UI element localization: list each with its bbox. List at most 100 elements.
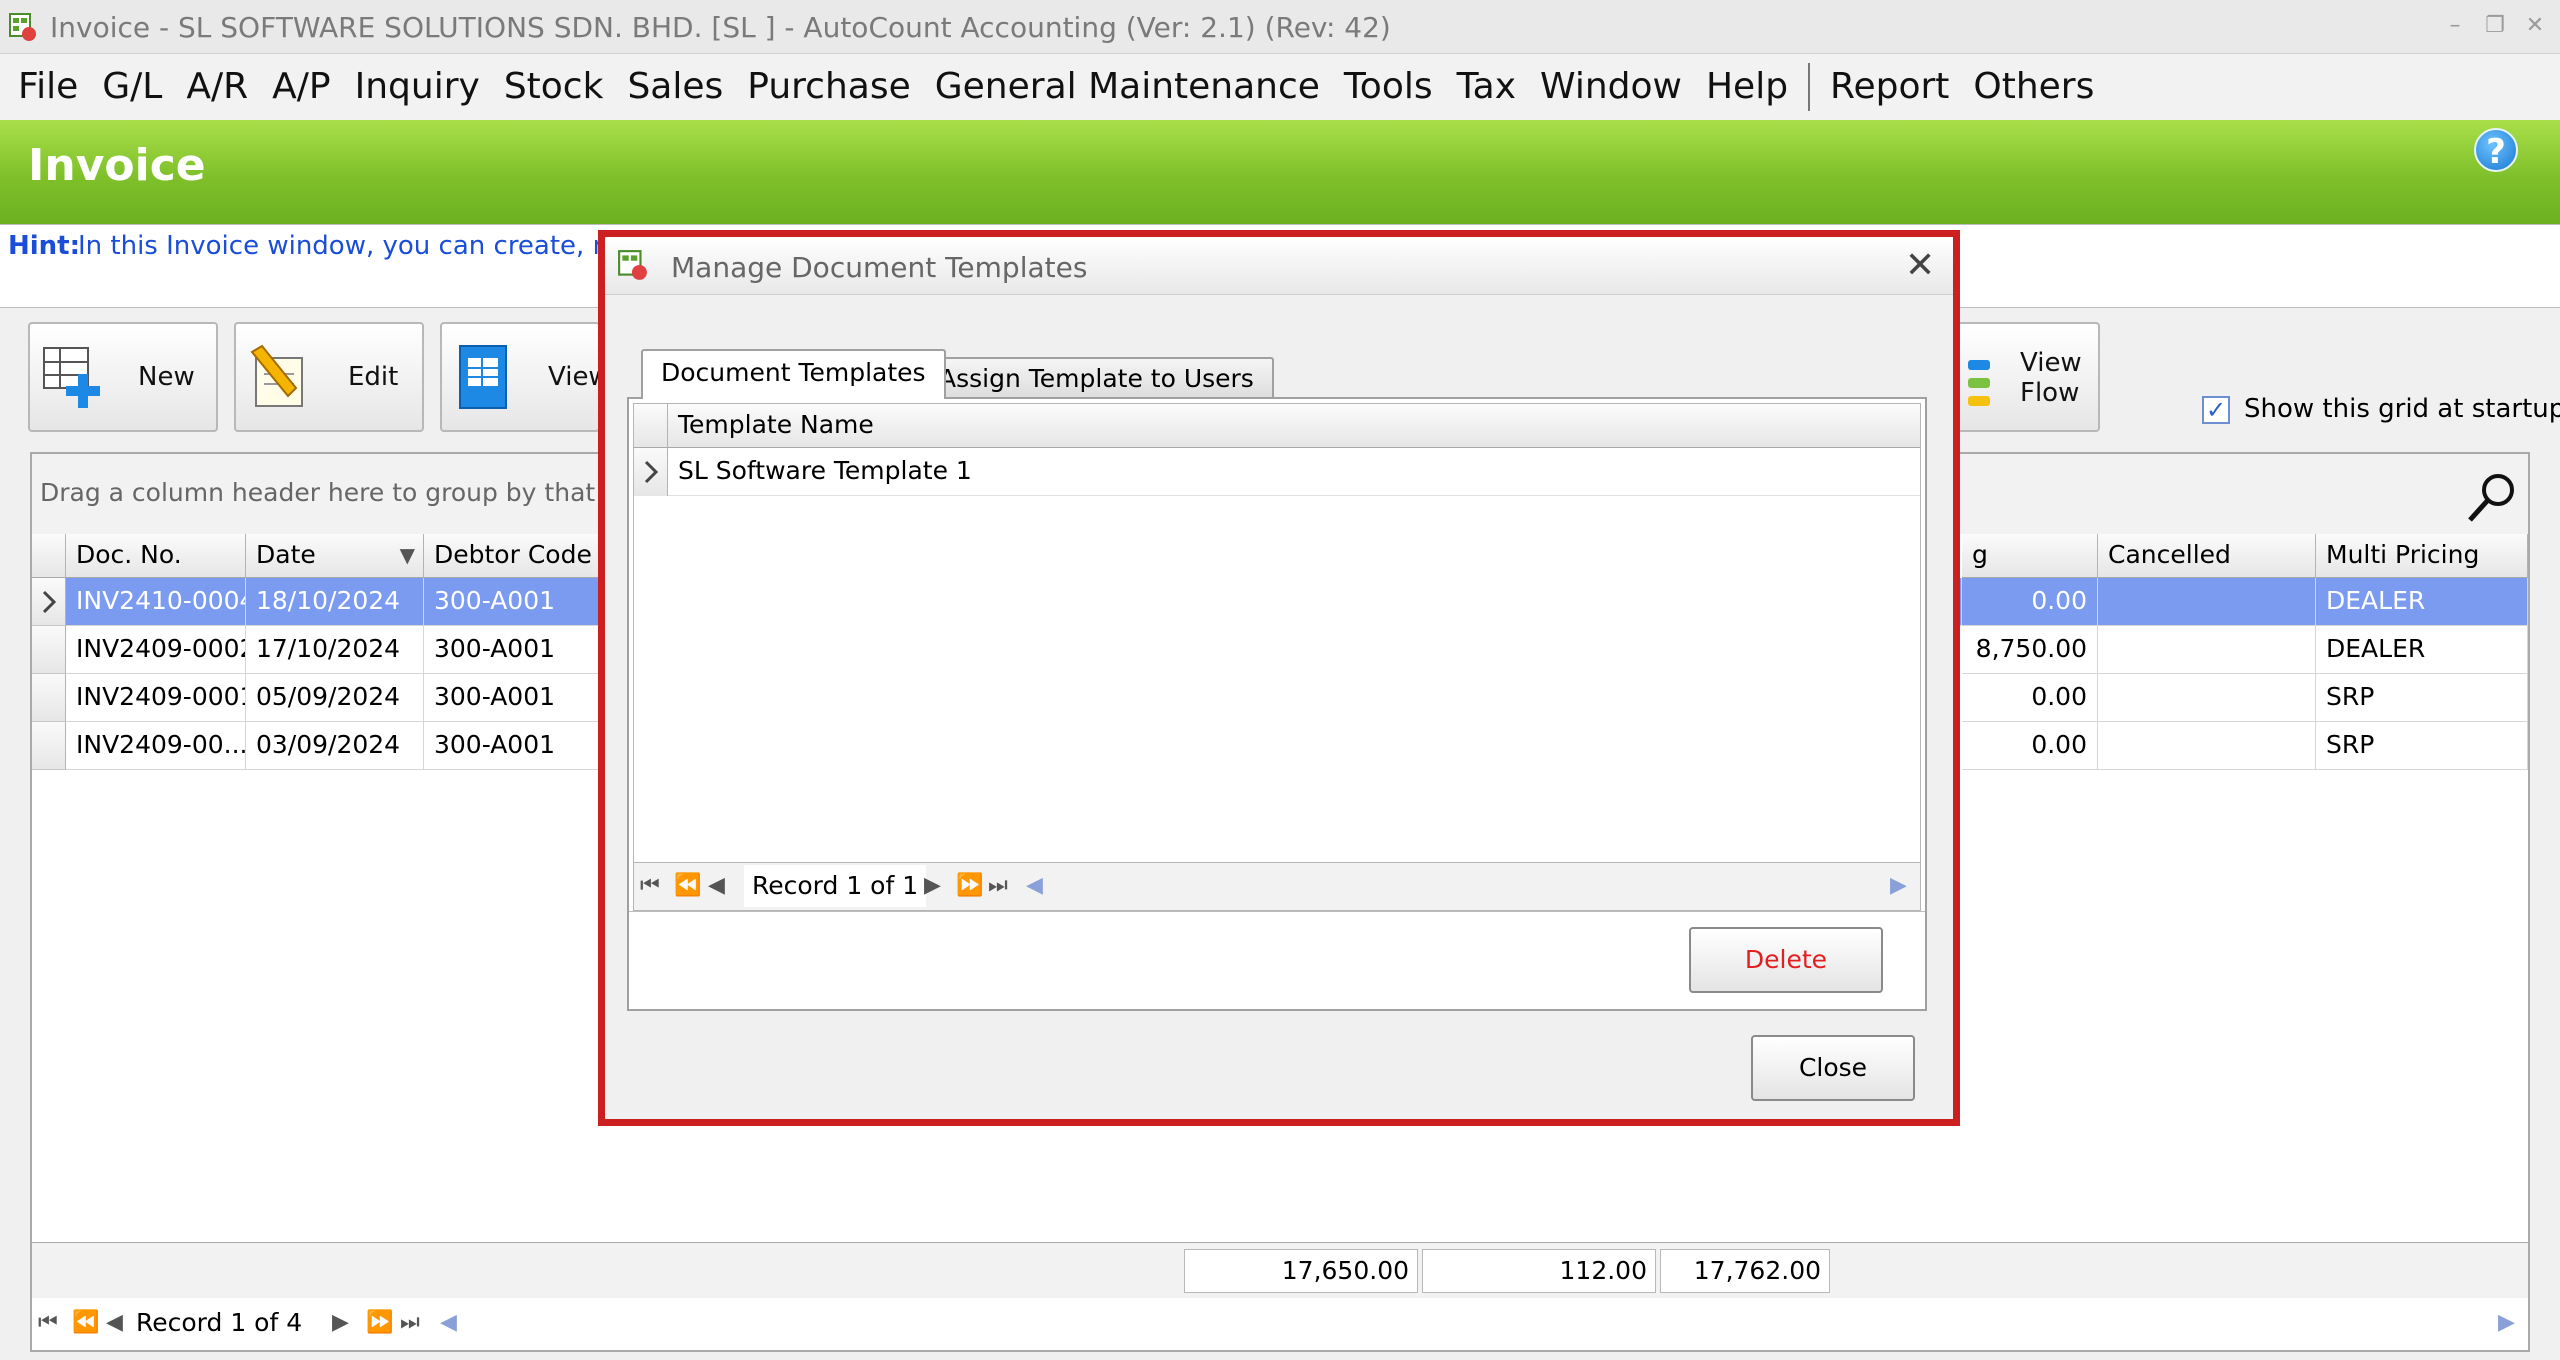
menu-others[interactable]: Others — [1961, 54, 2106, 120]
window-close-button[interactable]: ✕ — [2520, 12, 2550, 40]
nav-first-icon[interactable]: ⏮ — [640, 873, 660, 898]
page-title: Invoice — [28, 140, 206, 191]
menu-ar[interactable]: A/R — [174, 54, 260, 120]
table-cell-debtor-code[interactable]: 300-A001 — [424, 722, 604, 770]
table-cell-cancelled[interactable] — [2098, 626, 2316, 674]
tab-document-templates[interactable]: Document Templates — [641, 349, 946, 399]
table-cell-doc-no[interactable]: INV2410-0004 — [66, 578, 246, 626]
table-cell-debtor-code[interactable]: 300-A001 — [424, 626, 604, 674]
column-header-date[interactable]: Date ▼ — [246, 534, 424, 578]
table-cell-multi-pricing[interactable]: DEALER — [2316, 578, 2528, 626]
menu-file[interactable]: File — [6, 54, 90, 120]
search-icon[interactable] — [2462, 468, 2522, 528]
column-header-debtor-code[interactable]: Debtor Code — [424, 534, 604, 578]
menu-inquiry[interactable]: Inquiry — [343, 54, 492, 120]
tab-assign-template-to-users[interactable]: Assign Template to Users — [919, 357, 1274, 399]
delete-button[interactable]: Delete — [1689, 927, 1883, 993]
table-cell-amount[interactable]: 0.00 — [1962, 578, 2098, 626]
table-cell-date[interactable]: 18/10/2024 — [246, 578, 424, 626]
menu-ap[interactable]: A/P — [260, 54, 342, 120]
nav-next-page-icon[interactable]: ⏩ — [366, 1310, 393, 1335]
dialog-title: Manage Document Templates — [671, 251, 1088, 284]
table-cell-date[interactable]: 03/09/2024 — [246, 722, 424, 770]
row-indicator[interactable] — [32, 578, 66, 626]
table-cell-multi-pricing[interactable]: DEALER — [2316, 626, 2528, 674]
table-cell-multi-pricing[interactable]: SRP — [2316, 722, 2528, 770]
scroll-right-icon[interactable]: ▶ — [2498, 1310, 2515, 1335]
menu-sales[interactable]: Sales — [615, 54, 735, 120]
template-grid: Template Name SL Software Template 1 — [633, 403, 1921, 863]
view-flow-button[interactable]: View Flow — [1940, 322, 2100, 432]
restore-button[interactable]: ❐ — [2480, 12, 2510, 40]
nav-next-icon[interactable]: ▶ — [332, 1310, 349, 1335]
title-bar: Invoice - SL SOFTWARE SOLUTIONS SDN. BHD… — [0, 0, 2560, 54]
table-cell-amount[interactable]: 0.00 — [1962, 674, 2098, 722]
menu-window[interactable]: Window — [1528, 54, 1694, 120]
edit-button[interactable]: Edit — [234, 322, 424, 432]
view-button[interactable]: View — [440, 322, 610, 432]
header-row-indicator — [32, 534, 66, 578]
column-header-cancelled[interactable]: Cancelled — [2098, 534, 2316, 578]
menu-report[interactable]: Report — [1818, 54, 1961, 120]
nav-next-icon[interactable]: ▶ — [924, 873, 941, 898]
table-cell-date[interactable]: 05/09/2024 — [246, 674, 424, 722]
row-indicator[interactable] — [32, 722, 66, 770]
table-cell-debtor-code[interactable]: 300-A001 — [424, 578, 604, 626]
new-button[interactable]: New — [28, 322, 218, 432]
menu-stock[interactable]: Stock — [492, 54, 616, 120]
table-cell-amount[interactable]: 8,750.00 — [1962, 626, 2098, 674]
scroll-left-icon[interactable]: ◀ — [1026, 873, 1043, 898]
group-by-hint: Drag a column header here to group by th… — [40, 478, 696, 507]
page-header: Invoice — [0, 120, 2560, 224]
menu-gl[interactable]: G/L — [90, 54, 174, 120]
nav-last-icon[interactable]: ⏭ — [400, 1310, 420, 1335]
nav-prev-icon[interactable]: ◀ — [708, 873, 725, 898]
scroll-right-icon[interactable]: ▶ — [1890, 873, 1907, 898]
help-icon[interactable]: ? — [2474, 128, 2518, 172]
column-header-doc-no[interactable]: Doc. No. — [66, 534, 246, 578]
header-row-indicator — [634, 404, 668, 448]
minimize-button[interactable]: – — [2440, 12, 2470, 40]
close-icon[interactable]: ✕ — [1905, 245, 1935, 286]
hint-text: In this Invoice window, you can create, … — [78, 231, 618, 261]
table-cell-template-name[interactable]: SL Software Template 1 — [668, 448, 1920, 496]
menu-purchase[interactable]: Purchase — [735, 54, 922, 120]
scroll-left-icon[interactable]: ◀ — [440, 1310, 457, 1335]
edit-pencil-icon — [250, 344, 303, 407]
table-cell-debtor-code[interactable]: 300-A001 — [424, 674, 604, 722]
close-button[interactable]: Close — [1751, 1035, 1915, 1101]
total-final: 17,762.00 — [1660, 1249, 1830, 1293]
table-cell-doc-no[interactable]: INV2409-0001 — [66, 674, 246, 722]
row-indicator[interactable] — [32, 626, 66, 674]
table-cell-doc-no[interactable]: INV2409-0002 — [66, 626, 246, 674]
column-header-multi-pricing[interactable]: Multi Pricing — [2316, 534, 2528, 578]
grid-footer: 17,650.00 112.00 17,762.00 — [32, 1242, 2528, 1298]
show-grid-checkbox[interactable]: ✓ — [2202, 396, 2230, 424]
menu-help[interactable]: Help — [1694, 54, 1800, 120]
row-indicator[interactable] — [634, 448, 668, 496]
new-document-icon — [43, 347, 100, 408]
record-indicator: Record 1 of 4 — [128, 1302, 311, 1344]
menu-tools[interactable]: Tools — [1332, 54, 1445, 120]
view-flow-label-1: View — [2020, 348, 2082, 378]
nav-prev-icon[interactable]: ◀ — [106, 1310, 123, 1335]
nav-next-page-icon[interactable]: ⏩ — [956, 873, 983, 898]
nav-prev-page-icon[interactable]: ⏪ — [674, 873, 701, 898]
table-cell-amount[interactable]: 0.00 — [1962, 722, 2098, 770]
column-header-template-name[interactable]: Template Name — [668, 404, 1920, 448]
table-cell-doc-no[interactable]: INV2409-00... — [66, 722, 246, 770]
edit-button-label: Edit — [348, 362, 399, 392]
table-cell-multi-pricing[interactable]: SRP — [2316, 674, 2528, 722]
menu-general-maintenance[interactable]: General Maintenance — [923, 54, 1332, 120]
nav-first-icon[interactable]: ⏮ — [38, 1310, 58, 1335]
table-cell-cancelled[interactable] — [2098, 578, 2316, 626]
view-flow-icon — [1968, 360, 1990, 406]
column-header-amount[interactable]: g — [1962, 534, 2098, 578]
nav-prev-page-icon[interactable]: ⏪ — [72, 1310, 99, 1335]
table-cell-cancelled[interactable] — [2098, 674, 2316, 722]
table-cell-cancelled[interactable] — [2098, 722, 2316, 770]
nav-last-icon[interactable]: ⏭ — [988, 873, 1008, 898]
menu-tax[interactable]: Tax — [1445, 54, 1528, 120]
table-cell-date[interactable]: 17/10/2024 — [246, 626, 424, 674]
row-indicator[interactable] — [32, 674, 66, 722]
